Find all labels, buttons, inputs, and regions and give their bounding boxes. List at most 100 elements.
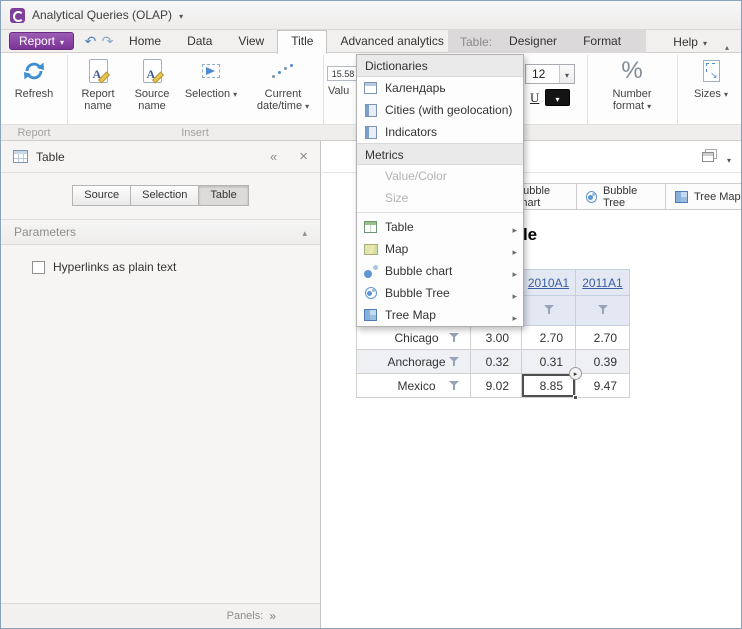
panel-tab-source[interactable]: Source [72, 185, 131, 206]
view-button-label: Bubble Tree [603, 185, 656, 209]
hyperlinks-checkbox-label: Hyperlinks as plain text [53, 260, 176, 274]
tab-home[interactable]: Home [116, 30, 174, 53]
value-button-label: Valu [328, 85, 349, 97]
report-name-button[interactable]: Report name [71, 55, 125, 112]
contextual-tab-group: Table: Designer Format [448, 30, 646, 53]
row-label-cell[interactable]: Anchorage [357, 350, 471, 374]
number-format-button[interactable]: Number format [600, 55, 664, 113]
tab-format[interactable]: Format [570, 30, 634, 53]
menu-item-indicators[interactable]: Indicators [357, 121, 523, 143]
hyperlinks-checkbox-row[interactable]: Hyperlinks as plain text [32, 260, 320, 274]
menu-item-calendar[interactable]: Календарь [357, 77, 523, 99]
menu-item-bubble-chart[interactable]: Bubble chart [357, 260, 523, 282]
column-header-cell[interactable]: 2010A1 [522, 270, 576, 296]
dropdown-caret-icon [703, 35, 707, 49]
tab-view[interactable]: View [225, 30, 277, 53]
row-label: Chicago [394, 331, 438, 345]
column-header-cell[interactable]: 2011A1 [576, 270, 630, 296]
insert-dropdown-menu: Dictionaries Календарь Cities (with geol… [356, 54, 524, 327]
value-cell[interactable]: 9.47 [576, 374, 630, 398]
panel-tab-selection[interactable]: Selection [130, 185, 199, 206]
panels-more-icon[interactable] [269, 607, 276, 625]
menu-item-tree-map[interactable]: Tree Map [357, 304, 523, 326]
value-cell[interactable]: 9.02 [471, 374, 522, 398]
report-name-label: Report name [81, 88, 114, 112]
value-cell[interactable]: 0.31 [522, 350, 576, 374]
filter-cell[interactable] [522, 296, 576, 326]
tab-data[interactable]: Data [174, 30, 225, 53]
report-menu-button[interactable]: Report [9, 32, 74, 50]
table-row: Anchorage 0.32 0.31 0.39 [357, 350, 630, 374]
value-cell[interactable]: 3.00 [471, 326, 522, 350]
view-button-bubble-tree[interactable]: Bubble Tree [576, 183, 666, 210]
row-label-cell[interactable]: Chicago [357, 326, 471, 350]
column-header-link[interactable]: 2011A1 [582, 276, 622, 290]
collapse-panel-icon[interactable] [270, 148, 277, 166]
cell-drill-handle-icon[interactable] [569, 367, 582, 380]
value-cell[interactable]: 2.70 [576, 326, 630, 350]
filter-icon[interactable] [543, 304, 555, 315]
sizes-button[interactable]: Sizes [685, 55, 737, 101]
filter-icon[interactable] [448, 332, 460, 343]
view-button-tree-map[interactable]: Tree Map [665, 183, 741, 210]
current-datetime-button[interactable]: Current date/time [246, 55, 320, 113]
cell-fill-handle[interactable] [573, 395, 578, 400]
group-label-insert: Insert [67, 127, 323, 139]
dropdown-caret-icon[interactable] [727, 150, 731, 168]
font-size-dropdown-button[interactable] [559, 65, 574, 83]
menu-section-dictionaries: Dictionaries [357, 55, 523, 77]
selection-label: Selection [185, 88, 230, 100]
value-cell[interactable]: 0.39 [576, 350, 630, 374]
table-row: Chicago 3.00 2.70 2.70 [357, 326, 630, 350]
report-name-icon [89, 59, 108, 83]
dropdown-caret-icon [555, 89, 559, 107]
font-size-combo[interactable]: 12 [525, 64, 575, 84]
filter-icon[interactable] [448, 356, 460, 367]
filter-icon[interactable] [448, 380, 460, 391]
menu-item-map[interactable]: Map [357, 238, 523, 260]
dropdown-caret-icon [305, 100, 309, 112]
menu-item-bubble-tree[interactable]: Bubble Tree [357, 282, 523, 304]
redo-icon[interactable] [99, 33, 116, 50]
datetime-icon [270, 61, 296, 81]
parameters-accordion-header[interactable]: Parameters [1, 219, 320, 245]
help-menu[interactable]: Help [673, 30, 707, 53]
undo-icon[interactable] [82, 33, 99, 50]
dropdown-caret-icon [647, 100, 651, 112]
tab-designer[interactable]: Designer [496, 30, 570, 53]
panel-tab-table[interactable]: Table [198, 185, 248, 206]
filter-icon[interactable] [597, 304, 609, 315]
hyperlinks-checkbox[interactable] [32, 261, 45, 274]
window-layout-icon[interactable] [702, 152, 714, 162]
app-title-caret-icon[interactable] [179, 6, 183, 24]
tree-map-icon [675, 191, 688, 203]
font-size-value: 12 [526, 65, 559, 83]
font-color-swatch-button[interactable] [545, 89, 570, 106]
value-preview-field[interactable]: 15.58 [327, 66, 359, 81]
dropdown-caret-icon [565, 65, 569, 83]
row-label-cell[interactable]: Mexico [357, 374, 471, 398]
tab-advanced-analytics[interactable]: Advanced analytics [327, 30, 456, 53]
refresh-icon [21, 58, 47, 84]
source-name-button[interactable]: Source name [125, 55, 179, 112]
menu-item-table[interactable]: Table [357, 216, 523, 238]
menu-item-cities[interactable]: Cities (with geolocation) [357, 99, 523, 121]
cities-dictionary-icon [365, 104, 377, 117]
percent-icon [621, 57, 642, 85]
refresh-button[interactable]: Refresh [7, 55, 61, 100]
table-panel: Table Source Selection Table Parameters … [1, 141, 321, 628]
value-cell[interactable]: 2.70 [522, 326, 576, 350]
tab-title[interactable]: Title [277, 30, 327, 54]
group-label-report: Report [7, 127, 61, 139]
selection-button[interactable]: Selection [181, 55, 241, 101]
column-header-link[interactable]: 2010A1 [528, 276, 569, 290]
underline-button[interactable]: U [530, 90, 539, 106]
refresh-label: Refresh [15, 88, 54, 100]
close-panel-icon[interactable] [299, 148, 308, 166]
filter-cell[interactable] [576, 296, 630, 326]
dropdown-caret-icon [60, 34, 64, 48]
selection-icon [202, 64, 220, 78]
selected-cell[interactable]: 8.85 [522, 374, 576, 398]
calendar-icon [364, 82, 377, 94]
value-cell[interactable]: 0.32 [471, 350, 522, 374]
